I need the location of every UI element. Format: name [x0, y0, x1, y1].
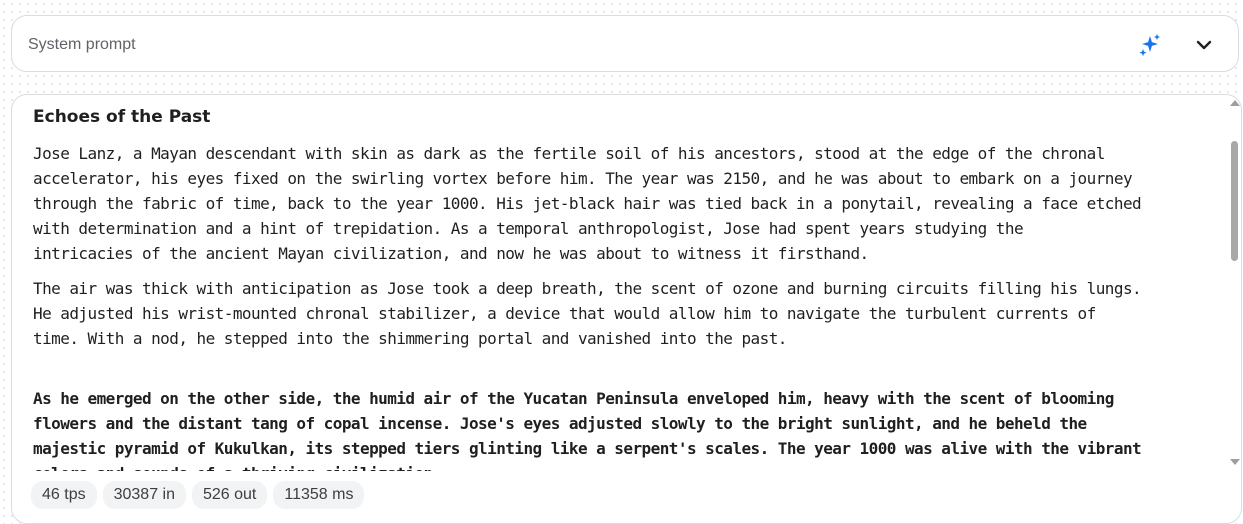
paragraph-line: flowers and the distant tang of copal in… [33, 414, 1087, 433]
stat-tps: 46 tps [31, 481, 97, 509]
scrollbar[interactable] [1228, 95, 1241, 469]
scroll-up-arrow-icon[interactable] [1230, 100, 1240, 106]
response-content[interactable]: Echoes of the Past Jose Lanz, a Mayan de… [33, 105, 1213, 471]
scrollbar-thumb[interactable] [1231, 141, 1238, 261]
paragraph-line: The air was thick with anticipation as J… [33, 279, 1142, 298]
scroll-down-arrow-icon[interactable] [1230, 459, 1240, 465]
response-panel: Echoes of the Past Jose Lanz, a Mayan de… [11, 94, 1242, 524]
paragraph-line: As he emerged on the other side, the hum… [33, 389, 1114, 408]
paragraph-line: through the fabric of time, back to the … [33, 194, 1142, 213]
paragraph-line: time. With a nod, he stepped into the sh… [33, 329, 787, 348]
paragraph-line: accelerator, his eyes fixed on the swirl… [33, 169, 1133, 188]
stat-tokens-in: 30387 in [102, 481, 186, 509]
paragraph-line: colors and sounds of a thriving civiliza… [33, 461, 1213, 471]
stat-tokens-out: 526 out [191, 481, 268, 509]
paragraph-line: majestic pyramid of Kukulkan, its steppe… [33, 439, 1142, 458]
story-title: Echoes of the Past [33, 107, 211, 127]
paragraph-line: with determination and a hint of trepida… [33, 219, 1024, 238]
paragraph-1: Jose Lanz, a Mayan descendant with skin … [33, 141, 1213, 266]
response-stats: 46 tps 30387 in 526 out 11358 ms [31, 481, 365, 509]
paragraph-2: The air was thick with anticipation as J… [33, 276, 1213, 351]
paragraph-line: He adjusted his wrist-mounted chronal st… [33, 304, 1096, 323]
system-prompt-bar[interactable]: System prompt [11, 15, 1239, 72]
stat-latency: 11358 ms [273, 481, 365, 509]
chevron-down-icon[interactable] [1192, 33, 1216, 57]
paragraph-line: Jose Lanz, a Mayan descendant with skin … [33, 144, 1105, 163]
system-prompt-label: System prompt [28, 36, 136, 53]
sparkle-icon[interactable] [1136, 32, 1162, 58]
paragraph-line: intricacies of the ancient Mayan civiliz… [33, 244, 869, 263]
paragraph-3: As he emerged on the other side, the hum… [33, 386, 1213, 471]
